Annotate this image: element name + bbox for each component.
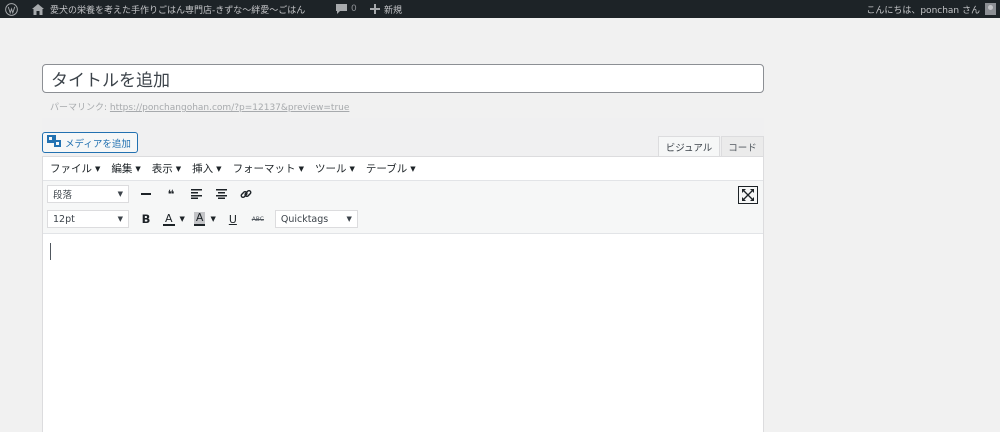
comments-link[interactable]: 0 xyxy=(336,0,357,18)
caret-down-icon: ▼ xyxy=(346,215,352,223)
caret-down-icon: ▼ xyxy=(95,164,101,173)
caret-down-icon: ▼ xyxy=(175,164,182,173)
link-icon[interactable] xyxy=(238,185,254,203)
caret-down-icon: ▼ xyxy=(117,190,123,198)
editor-box: ファイル ▼ 編集 ▼ 表示 ▼ 挿入 ▼ フォーマット ▼ ツール ▼ テーブル ▼ 段落 ▼… xyxy=(42,156,764,432)
menu-edit[interactable]: 編集 ▼ xyxy=(111,161,140,176)
new-content-link[interactable]: 新規 xyxy=(370,0,402,18)
editor-tools xyxy=(42,118,764,156)
format-select[interactable]: 段落 ▼ xyxy=(47,185,129,203)
tab-code[interactable]: コード xyxy=(721,136,764,157)
horizontal-line-icon[interactable] xyxy=(138,185,154,203)
my-account-link[interactable]: こんにちは、ponchan さん xyxy=(866,0,996,18)
permalink-url[interactable]: https://ponchangohan.com/?p=12137&previe… xyxy=(110,103,349,113)
caret-down-icon: ▼ xyxy=(298,164,304,173)
bold-icon[interactable]: B xyxy=(138,210,154,228)
underline-icon[interactable]: U xyxy=(225,210,241,228)
toolbar-row-2: 12pt ▼ B A ▼ A ▼ U ABC Quicktags ▼ xyxy=(47,209,358,229)
tab-visual[interactable]: ビジュアル xyxy=(658,136,720,157)
admin-bar: 愛犬の栄養を考えた手作りごはん専門店-きずな〜絆愛〜ごはん 0 新規 こんにちは… xyxy=(0,0,1000,18)
quicktags-select[interactable]: Quicktags ▼ xyxy=(274,210,358,228)
menu-insert[interactable]: 挿入 ▼ xyxy=(192,161,221,176)
media-icon xyxy=(47,135,61,150)
caret-down-icon: ▼ xyxy=(135,164,141,173)
caret-down-icon: ▼ xyxy=(410,164,416,173)
text-color-button[interactable]: A ▼ xyxy=(163,213,185,226)
post-title-input[interactable]: タイトルを追加 xyxy=(42,64,764,93)
permalink-label: パーマリンク: xyxy=(50,103,108,113)
align-left-icon[interactable] xyxy=(188,185,204,203)
menu-format[interactable]: フォーマット ▼ xyxy=(233,161,304,176)
wordpress-logo-icon[interactable] xyxy=(5,0,18,18)
toolbar-row-1: 段落 ▼ ❝ xyxy=(47,184,254,204)
text-color-icon: A xyxy=(163,211,175,226)
caret-down-icon: ▼ xyxy=(210,215,216,223)
background-color-icon: A xyxy=(193,211,206,226)
greeting-text: こんにちは、ponchan さん xyxy=(866,5,980,16)
menu-file[interactable]: ファイル ▼ xyxy=(50,161,100,176)
menu-table[interactable]: テーブル ▼ xyxy=(366,161,416,176)
caret-down-icon: ▼ xyxy=(216,164,222,173)
editor-toolbars: 段落 ▼ ❝ 12pt ▼ B A ▼ A ▼ U ABC Quicktags … xyxy=(43,181,763,234)
comments-count: 0 xyxy=(351,4,357,14)
title-placeholder: タイトルを追加 xyxy=(51,71,170,91)
font-size-select[interactable]: 12pt ▼ xyxy=(47,210,129,228)
caret-down-icon: ▼ xyxy=(349,164,355,173)
site-name-link[interactable]: 愛犬の栄養を考えた手作りごはん専門店-きずな〜絆愛〜ごはん xyxy=(50,0,305,18)
editor-menubar: ファイル ▼ 編集 ▼ 表示 ▼ 挿入 ▼ フォーマット ▼ ツール ▼ テーブル ▼ xyxy=(43,157,763,181)
blockquote-icon[interactable]: ❝ xyxy=(163,185,179,203)
align-center-icon[interactable] xyxy=(213,185,229,203)
avatar-icon xyxy=(985,3,996,15)
strikethrough-icon[interactable]: ABC xyxy=(250,210,266,228)
menu-tools[interactable]: ツール ▼ xyxy=(315,161,355,176)
add-media-label: メディアを追加 xyxy=(65,138,131,150)
caret-down-icon: ▼ xyxy=(117,215,123,223)
background-color-button[interactable]: A ▼ xyxy=(193,211,216,226)
new-label: 新規 xyxy=(384,5,403,16)
permalink: パーマリンク: https://ponchangohan.com/?p=1213… xyxy=(50,100,349,113)
fullscreen-icon[interactable] xyxy=(738,186,758,204)
comment-icon xyxy=(336,4,347,14)
add-media-button[interactable]: メディアを追加 xyxy=(42,132,138,153)
home-icon[interactable] xyxy=(32,0,44,18)
text-cursor[interactable] xyxy=(50,243,51,260)
caret-down-icon: ▼ xyxy=(179,215,185,223)
menu-view[interactable]: 表示 ▼ xyxy=(152,161,181,176)
plus-icon xyxy=(370,4,380,14)
